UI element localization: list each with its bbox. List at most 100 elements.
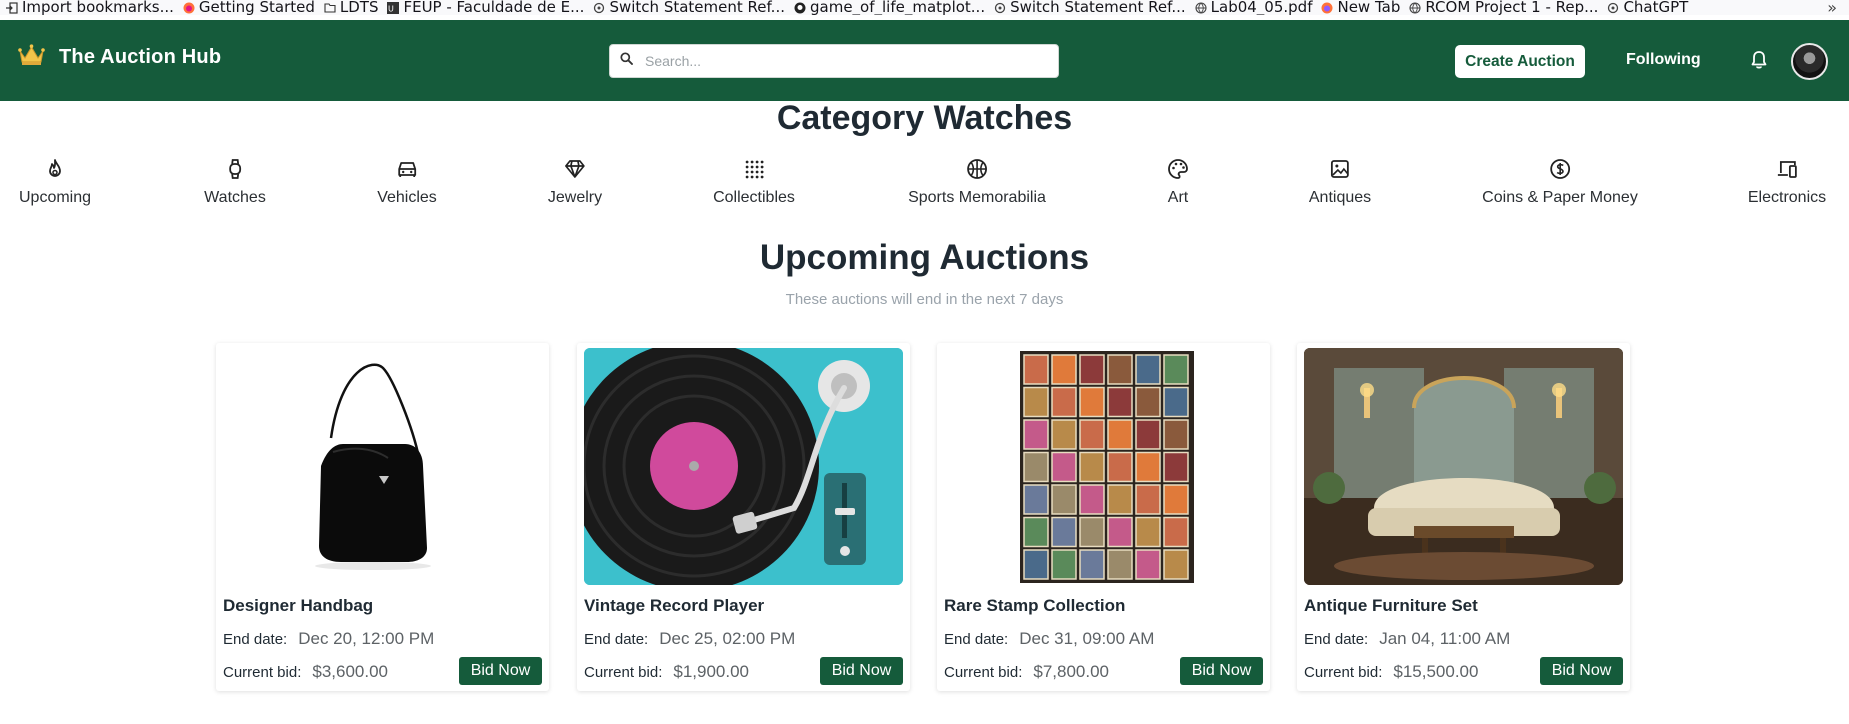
end-date-label: End date: <box>584 631 649 648</box>
category-label: Antiques <box>1308 189 1372 206</box>
bookmark-label: Import bookmarks... <box>22 0 174 15</box>
search-input[interactable] <box>643 52 1037 70</box>
top-navbar: The Auction Hub Create Auction Following <box>0 20 1849 101</box>
end-date-row: End date: Jan 04, 11:00 AM <box>1304 629 1510 649</box>
auction-card[interactable]: Rare Stamp Collection End date: Dec 31, … <box>937 343 1270 691</box>
category-art[interactable]: Art <box>1167 158 1189 207</box>
brand-link[interactable]: The Auction Hub <box>18 44 221 71</box>
bid-now-button[interactable]: Bid Now <box>459 657 542 685</box>
stamp-tile <box>1135 419 1161 450</box>
stamp-tile <box>1023 386 1049 418</box>
category-jewelry[interactable]: Jewelry <box>548 158 602 207</box>
crown-icon <box>18 44 45 71</box>
upcoming-title: Upcoming Auctions <box>759 238 1090 277</box>
upcoming-subtitle: These auctions will end in the next 7 da… <box>785 291 1064 308</box>
openai-icon <box>994 2 1006 14</box>
auction-title: Antique Furniture Set <box>1304 596 1478 615</box>
stamp-tile <box>1163 419 1189 450</box>
bookmark-ldts[interactable]: LDTS <box>324 0 378 15</box>
stamp-tile <box>1051 549 1077 580</box>
bookmark-import[interactable]: Import bookmarks... <box>6 0 174 15</box>
bid-now-button[interactable]: Bid Now <box>1180 657 1263 685</box>
stamp-tile <box>1135 549 1161 580</box>
category-label: Coins & Paper Money <box>1482 189 1638 206</box>
flame-icon <box>49 159 61 177</box>
category-sports-memorabilia[interactable]: Sports Memorabilia <box>908 158 1046 207</box>
bookmark-lab04[interactable]: Lab04_05.pdf <box>1195 0 1313 15</box>
stamp-tile <box>1023 549 1049 580</box>
import-icon <box>6 1 18 14</box>
following-link[interactable]: Following <box>1626 51 1701 69</box>
bookmark-rcom[interactable]: RCOM Project 1 - Rep... <box>1409 0 1598 15</box>
bid-now-button[interactable]: Bid Now <box>820 657 903 685</box>
auction-image-record-player[interactable] <box>584 348 903 585</box>
bookmark-feup[interactable]: U FEUP - Faculdade de E... <box>387 0 584 15</box>
category-label: Vehicles <box>377 189 437 206</box>
current-bid-row: Current bid: $7,800.00 <box>944 662 1109 682</box>
bookmark-label: Lab04_05.pdf <box>1210 0 1313 15</box>
globe-icon <box>1195 1 1207 14</box>
bookmark-game-of-life[interactable]: game_of_life_matplot... <box>794 0 985 15</box>
bookmark-switch-2[interactable]: Switch Statement Ref... <box>994 0 1186 15</box>
auction-image-stamps[interactable] <box>944 348 1263 585</box>
stamp-tile <box>1135 484 1161 515</box>
category-watches[interactable]: Watches <box>204 158 266 207</box>
category-electronics[interactable]: Electronics <box>1748 158 1826 207</box>
svg-text:U: U <box>388 4 394 13</box>
auction-card[interactable]: Designer Handbag End date: Dec 20, 12:00… <box>216 343 549 691</box>
stamp-tile <box>1163 484 1189 515</box>
current-bid-value: $7,800.00 <box>1033 662 1110 681</box>
auction-image-handbag[interactable] <box>223 348 542 585</box>
stamp-tile <box>1051 451 1077 483</box>
end-date-value: Dec 31, 09:00 AM <box>1019 629 1155 648</box>
current-bid-value: $1,900.00 <box>673 662 750 681</box>
stamp-tile <box>1107 516 1133 548</box>
stamp-tile <box>1051 354 1077 385</box>
auction-card[interactable]: Vintage Record Player End date: Dec 25, … <box>577 343 910 691</box>
category-upcoming[interactable]: Upcoming <box>19 158 91 207</box>
category-coins-paper-money[interactable]: Coins & Paper Money <box>1482 158 1638 207</box>
openai-icon <box>593 2 605 14</box>
brand-title: The Auction Hub <box>59 46 222 68</box>
category-vehicles[interactable]: Vehicles <box>377 158 437 207</box>
notification-bell-icon[interactable] <box>1750 50 1768 75</box>
stamp-tile <box>1135 386 1161 418</box>
stamp-tile <box>1079 419 1105 450</box>
category-antiques[interactable]: Antiques <box>1309 158 1371 207</box>
auction-title: Vintage Record Player <box>584 596 765 615</box>
bid-now-button[interactable]: Bid Now <box>1540 657 1623 685</box>
stamp-tile <box>1163 354 1189 385</box>
firefox-icon <box>1321 2 1333 14</box>
category-collectibles[interactable]: Collectibles <box>713 158 795 207</box>
bookmark-label: New Tab <box>1337 0 1401 15</box>
bookmark-new-tab[interactable]: New Tab <box>1321 0 1400 15</box>
stamp-tile <box>1135 516 1161 548</box>
feup-icon: U <box>387 1 400 14</box>
bookmark-getting-started[interactable]: Getting Started <box>183 0 315 15</box>
auction-card[interactable]: Antique Furniture Set End date: Jan 04, … <box>1297 343 1630 691</box>
current-bid-label: Current bid: <box>944 664 1023 681</box>
openai-icon <box>1607 2 1619 14</box>
stamp-tile <box>1051 386 1077 418</box>
auction-title: Designer Handbag <box>223 596 374 615</box>
user-avatar[interactable] <box>1791 43 1828 80</box>
create-auction-button[interactable]: Create Auction <box>1455 45 1585 78</box>
bookmarks-overflow-button[interactable]: » <box>1827 0 1837 15</box>
github-icon <box>794 2 806 14</box>
auction-image-furniture[interactable] <box>1304 348 1623 585</box>
stamp-tile <box>1051 516 1077 548</box>
category-label: Sports Memorabilia <box>908 189 1046 206</box>
current-bid-value: $3,600.00 <box>312 662 389 681</box>
auction-title: Rare Stamp Collection <box>944 596 1126 615</box>
category-label: Electronics <box>1747 189 1827 206</box>
bookmark-label: ChatGPT <box>1623 0 1689 15</box>
basketball-icon <box>967 159 987 179</box>
bookmark-switch-1[interactable]: Switch Statement Ref... <box>593 0 785 15</box>
end-date-value: Jan 04, 11:00 AM <box>1379 629 1511 648</box>
bookmark-label: FEUP - Faculdade de E... <box>403 0 585 15</box>
current-bid-row: Current bid: $15,500.00 <box>1304 662 1478 682</box>
search-bar[interactable] <box>609 44 1059 78</box>
end-date-row: End date: Dec 25, 02:00 PM <box>584 629 795 649</box>
stamp-tile <box>1163 386 1189 418</box>
bookmark-chatgpt[interactable]: ChatGPT <box>1607 0 1688 15</box>
